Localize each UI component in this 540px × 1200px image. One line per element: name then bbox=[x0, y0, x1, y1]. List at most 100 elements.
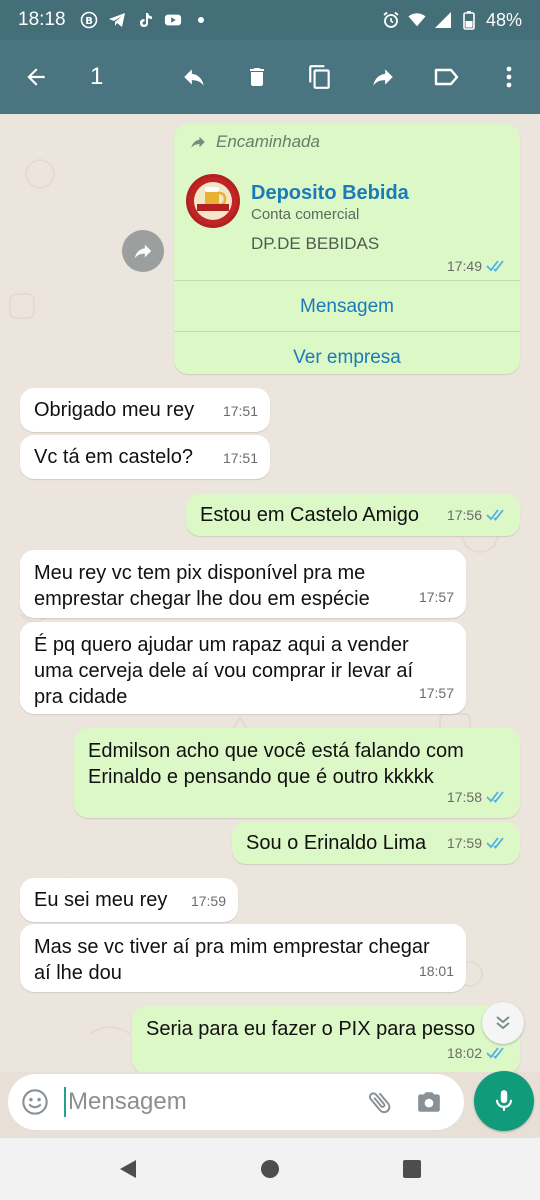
arrow-left-icon bbox=[27, 68, 45, 86]
business-description: DP.DE BEBIDAS bbox=[251, 234, 380, 253]
message-text: É pq quero ajudar um rapaz aqui a vender… bbox=[34, 634, 414, 708]
business-logo[interactable] bbox=[186, 174, 240, 228]
message-bubble-incoming[interactable]: É pq quero ajudar um rapaz aqui a vender… bbox=[20, 622, 466, 714]
forwarded-business-card[interactable]: Encaminhada Deposito Bebida Conta comerc… bbox=[174, 124, 520, 374]
card-divider bbox=[174, 331, 520, 332]
signal-icon bbox=[434, 11, 452, 29]
status-time: 18:18 bbox=[18, 9, 66, 30]
message-meta: 17:59 bbox=[447, 830, 508, 856]
message-time: 17:51 bbox=[222, 403, 258, 419]
scroll-to-bottom-button[interactable] bbox=[482, 1002, 524, 1044]
reply-icon bbox=[183, 69, 204, 86]
chat-area[interactable]: Encaminhada Deposito Bebida Conta comerc… bbox=[0, 114, 540, 1072]
message-meta: 17:51 bbox=[223, 398, 258, 424]
status-bar: 18:18 B 48% bbox=[0, 0, 540, 40]
youtube-icon bbox=[164, 11, 182, 29]
message-time: 17:49 bbox=[446, 258, 482, 274]
nav-back-button[interactable] bbox=[116, 1157, 140, 1181]
wifi-icon bbox=[408, 11, 426, 29]
share-forward-icon bbox=[134, 244, 152, 259]
message-meta: 17:58 bbox=[447, 784, 508, 810]
read-ticks-icon bbox=[486, 1047, 504, 1059]
message-bubble-outgoing[interactable]: Estou em Castelo Amigo 17:56 bbox=[186, 494, 520, 536]
message-text: Meu rey vc tem pix disponível pra me emp… bbox=[34, 562, 370, 610]
camera-icon bbox=[418, 1092, 440, 1112]
business-name[interactable]: Deposito Bebida bbox=[251, 182, 409, 205]
read-ticks-icon bbox=[486, 791, 504, 803]
dot-icon bbox=[192, 11, 210, 29]
telegram-icon bbox=[108, 11, 126, 29]
svg-text:B: B bbox=[85, 16, 93, 27]
message-meta: 17:51 bbox=[223, 445, 258, 471]
battery-percent: 48% bbox=[485, 9, 522, 30]
paperclip-icon bbox=[368, 1092, 391, 1114]
nav-home-button[interactable] bbox=[258, 1157, 282, 1181]
forwarded-label-text: Encaminhada bbox=[216, 132, 320, 151]
message-bubble-incoming[interactable]: Meu rey vc tem pix disponível pra me emp… bbox=[20, 550, 466, 618]
view-company-button[interactable]: Ver empresa bbox=[174, 333, 520, 383]
more-options-button[interactable] bbox=[477, 40, 540, 114]
copy-icon bbox=[308, 65, 330, 89]
card-divider bbox=[174, 280, 520, 281]
message-meta: 17:56 bbox=[447, 502, 508, 528]
message-time: 17:56 bbox=[446, 507, 482, 523]
voice-message-button[interactable] bbox=[474, 1071, 534, 1131]
circle-home-icon bbox=[261, 1160, 279, 1178]
microphone-icon bbox=[495, 1090, 513, 1111]
square-recents-icon bbox=[403, 1160, 421, 1178]
label-icon bbox=[434, 68, 458, 86]
attach-button[interactable] bbox=[356, 1074, 404, 1130]
message-bubble-outgoing[interactable]: Seria para eu fazer o PIX para pesso 18:… bbox=[132, 1006, 520, 1072]
reply-button[interactable] bbox=[162, 40, 225, 114]
message-meta: 17:49 bbox=[447, 258, 508, 274]
message-bubble-incoming[interactable]: Vc tá em castelo? 17:51 bbox=[20, 435, 270, 479]
read-ticks-icon bbox=[486, 509, 504, 521]
trash-icon bbox=[249, 68, 264, 86]
message-bubble-incoming[interactable]: Obrigado meu rey 17:51 bbox=[20, 388, 270, 432]
forward-icon bbox=[372, 69, 393, 86]
message-business-button[interactable]: Mensagem bbox=[174, 282, 520, 332]
triangle-back-icon bbox=[120, 1160, 136, 1178]
message-bubble-incoming[interactable]: Eu sei meu rey 17:59 bbox=[20, 878, 238, 922]
message-bubble-incoming[interactable]: Mas se vc tiver aí pra mim emprestar che… bbox=[20, 924, 466, 992]
message-time: 18:01 bbox=[418, 963, 454, 979]
label-button[interactable] bbox=[414, 40, 477, 114]
emoji-button[interactable] bbox=[8, 1074, 62, 1130]
message-time: 17:51 bbox=[222, 450, 258, 466]
emoji-icon bbox=[22, 1089, 48, 1115]
read-ticks-icon bbox=[486, 260, 504, 272]
delete-button[interactable] bbox=[225, 40, 288, 114]
message-text: Mas se vc tiver aí pra mim emprestar che… bbox=[34, 936, 430, 984]
nav-recents-button[interactable] bbox=[400, 1157, 424, 1181]
more-vert-icon bbox=[506, 66, 511, 88]
message-time: 17:57 bbox=[418, 685, 454, 701]
alarm-icon bbox=[382, 11, 400, 29]
message-time: 17:59 bbox=[190, 893, 226, 909]
copy-button[interactable] bbox=[288, 40, 351, 114]
selected-count: 1 bbox=[90, 63, 104, 90]
message-time: 17:57 bbox=[418, 589, 454, 605]
business-type: Conta comercial bbox=[251, 206, 360, 223]
message-bubble-outgoing[interactable]: Edmilson acho que você está falando com … bbox=[74, 728, 520, 818]
battery-icon bbox=[460, 11, 478, 30]
message-bubble-outgoing[interactable]: Sou o Erinaldo Lima 17:59 bbox=[232, 822, 520, 864]
message-meta: 17:57 bbox=[419, 584, 454, 610]
forward-shortcut-button[interactable] bbox=[122, 230, 164, 272]
message-text: Edmilson acho que você está falando com … bbox=[88, 740, 464, 788]
system-navigation-bar bbox=[0, 1138, 540, 1200]
forward-button[interactable] bbox=[351, 40, 414, 114]
message-meta: 17:59 bbox=[191, 888, 226, 914]
beer-mug-logo-icon bbox=[189, 177, 237, 225]
message-time: 18:02 bbox=[446, 1045, 482, 1061]
camera-button[interactable] bbox=[404, 1074, 454, 1130]
forwarded-label: Encaminhada bbox=[188, 132, 320, 152]
forwarded-arrow-icon bbox=[191, 136, 205, 148]
message-composer bbox=[8, 1074, 464, 1130]
message-text: Seria para eu fazer o PIX para pesso bbox=[146, 1018, 476, 1040]
back-button[interactable] bbox=[0, 40, 72, 114]
message-meta: 17:57 bbox=[419, 680, 454, 706]
b-icon: B bbox=[80, 11, 98, 29]
message-input[interactable] bbox=[66, 1088, 356, 1116]
message-meta: 18:01 bbox=[419, 958, 454, 984]
message-time: 17:58 bbox=[446, 789, 482, 805]
